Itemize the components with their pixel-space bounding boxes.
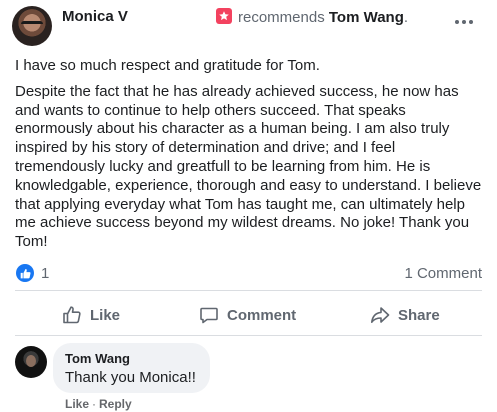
recommends-label: recommends <box>238 9 325 26</box>
post-text: I have so much respect and gratitude for… <box>15 57 485 259</box>
post-paragraph: I have so much respect and gratitude for… <box>15 57 320 74</box>
comment-icon <box>200 307 218 324</box>
post-actions: Like Comment Share <box>0 297 497 333</box>
author-avatar[interactable] <box>12 6 52 46</box>
like-reaction-icon[interactable] <box>16 264 34 282</box>
recommends-suffix: . <box>403 9 409 26</box>
like-count[interactable]: 1 <box>41 265 49 282</box>
post-header: Monica V recommends Tom Wang. <box>0 0 497 48</box>
like-button[interactable]: Like <box>62 297 120 333</box>
comment-text: Thank you Monica!! <box>65 369 196 386</box>
more-options-icon[interactable] <box>452 10 476 34</box>
share-icon <box>371 307 390 323</box>
comment-like-link[interactable]: Like <box>65 397 89 411</box>
share-button[interactable]: Share <box>370 297 440 333</box>
reactions-bar: 1 1 Comment <box>0 262 497 286</box>
comment-author[interactable]: Tom Wang <box>65 351 198 366</box>
comment-bubble: Tom Wang Thank you Monica!! <box>53 343 210 393</box>
post-paragraph: Despite the fact that he has already ach… <box>15 82 482 251</box>
comment-button-label: Comment <box>227 306 297 324</box>
comment-count[interactable]: 1 Comment <box>404 265 482 282</box>
recommended-page-link[interactable]: Tom Wang <box>329 9 404 26</box>
like-button-label: Like <box>90 306 121 324</box>
avatar[interactable] <box>15 346 47 378</box>
recommendation-line: recommends Tom Wang. <box>216 8 408 26</box>
separator: · <box>92 397 97 411</box>
thumbs-up-icon <box>63 306 81 324</box>
star-recommend-icon <box>216 8 232 24</box>
comment-reply-link[interactable]: Reply <box>99 397 132 411</box>
comment-button[interactable]: Comment <box>199 297 296 333</box>
divider <box>15 290 482 291</box>
comment-actions: Like · Reply <box>65 397 132 411</box>
share-button-label: Share <box>398 306 440 324</box>
author-name[interactable]: Monica V <box>62 8 128 25</box>
divider <box>15 335 482 336</box>
